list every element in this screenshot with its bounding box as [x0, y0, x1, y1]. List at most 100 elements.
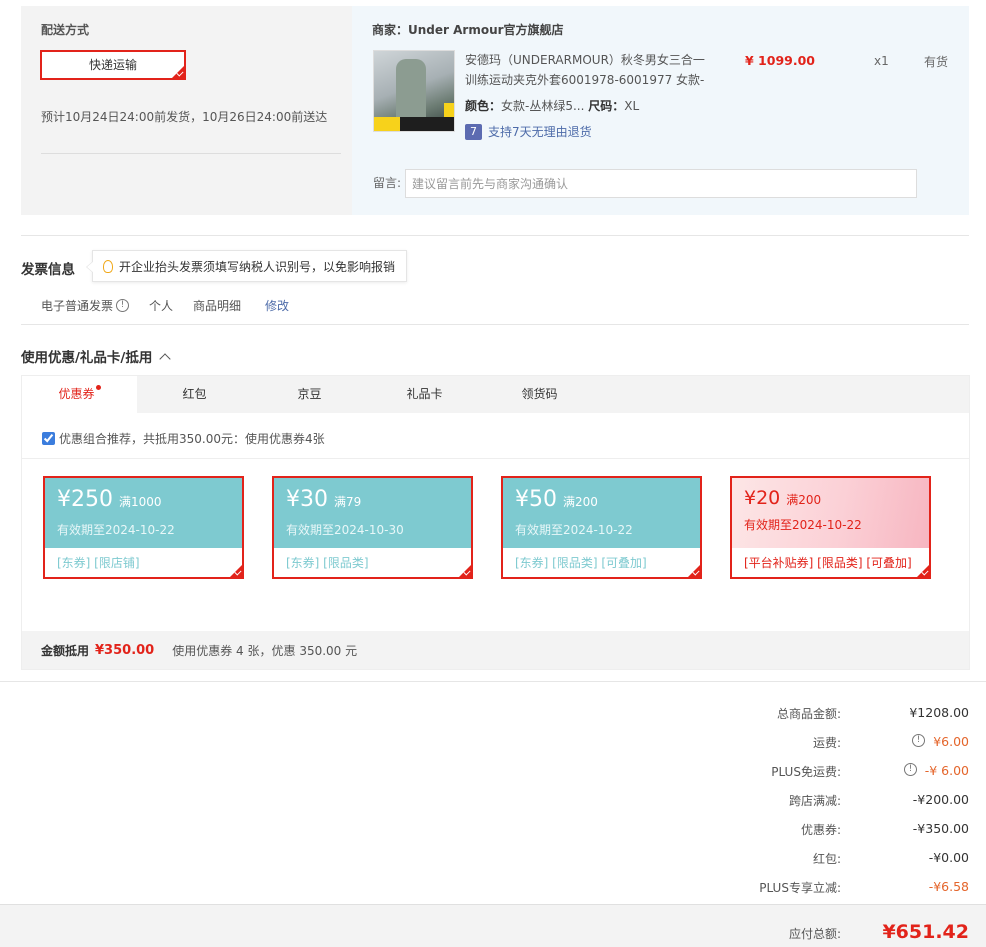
summary-label: 运费: — [812, 736, 841, 750]
invoice-tooltip: 开企业抬头发票须填写纳税人识别号，以免影响报销 — [86, 250, 407, 282]
size-value: XL — [624, 99, 640, 113]
summary-row: 跨店满减: -¥200.00 — [569, 792, 969, 821]
coupon-amount: ¥250 满1000 — [57, 487, 162, 512]
coupon-expiry: 有效期至2024-10-30 — [286, 523, 404, 537]
divider — [41, 153, 341, 154]
summary-row: 运费: ! ¥6.00 — [569, 734, 969, 763]
tab-jd-beans[interactable]: 京豆 — [252, 376, 367, 413]
info-icon[interactable]: ! — [904, 763, 917, 776]
coupon-tags: [东券] [限品类] [可叠加] — [515, 556, 647, 570]
shipping-method-label: 快递运输 — [88, 58, 137, 72]
product-image[interactable] — [373, 50, 455, 132]
summary-row: 总商品金额: ¥1208.00 — [569, 705, 969, 734]
shipping-title: 配送方式 — [41, 23, 90, 37]
summary-label: 红包: — [812, 852, 841, 866]
combo-recommend-checkbox-row[interactable]: 优惠组合推荐，共抵用350.00元：使用优惠券4张 — [42, 430, 325, 447]
return-policy-text: 支持7天无理由退货 — [488, 125, 592, 139]
info-icon[interactable]: ! — [912, 734, 925, 747]
note-input[interactable] — [405, 169, 917, 198]
summary-label: 总商品金额: — [776, 707, 841, 721]
coupon-tags: [平台补贴券] [限品类] [可叠加] — [744, 556, 912, 570]
invoice-edit-link[interactable]: 修改 — [265, 297, 289, 314]
size-label: 尺码： — [588, 99, 625, 113]
coupon-summary-bar: 金额抵用 ¥350.00 使用优惠券 4 张，优惠 350.00 元 — [22, 631, 969, 669]
coupon-expiry: 有效期至2024-10-22 — [515, 523, 633, 537]
tab-gift-card[interactable]: 礼品卡 — [367, 376, 482, 413]
tab-label: 礼品卡 — [406, 387, 443, 401]
coupon-card-platform[interactable]: ¥20 满200 有效期至2024-10-22 [平台补贴券] [限品类] [可叠… — [730, 476, 931, 579]
coupon-tags: [东券] [限店铺] — [57, 556, 140, 570]
product-name-link[interactable]: 安德玛（UNDERARMOUR）秋冬男女三合一训练运动夹克外套6001978-6… — [465, 50, 705, 90]
divider — [21, 324, 969, 325]
deduction-value: ¥350.00 — [95, 642, 155, 658]
shipping-section: 配送方式 快递运输 预计10月24日24:00前发货，10月26日24:00前送… — [21, 6, 969, 215]
summary-label: PLUS专享立减: — [759, 881, 841, 895]
order-summary: 总商品金额: ¥1208.00 运费: ! ¥6.00 PLUS免运费: ! -… — [569, 705, 969, 906]
color-label: 颜色： — [465, 99, 502, 113]
coupon-tabs: 优惠券 红包 京豆 礼品卡 领货码 — [22, 376, 969, 413]
total-payable-bar: 应付总额: ¥651.42 — [0, 904, 986, 947]
tab-label: 优惠券 — [58, 387, 95, 401]
divider — [22, 458, 969, 459]
shipping-method-option[interactable]: 快递运输 — [40, 50, 186, 80]
total-payable-label: 应付总额: — [788, 927, 841, 941]
coupon-panel: 优惠券 红包 京豆 礼品卡 领货码 优惠组合推荐，共抵用350.00元：使用优惠… — [21, 375, 970, 670]
notification-dot-icon — [95, 385, 101, 390]
invoice-details: 电子普通发票 ! 个人 商品明细 修改 — [41, 297, 289, 314]
lightbulb-icon — [103, 259, 113, 273]
summary-value: -¥0.00 — [928, 850, 969, 865]
summary-label: 优惠券: — [800, 823, 841, 837]
coupon-tags: [东券] [限品类] — [286, 556, 369, 570]
selected-check-icon — [458, 564, 471, 577]
tab-redeem-code[interactable]: 领货码 — [482, 376, 597, 413]
summary-value: -¥ 6.00 — [924, 763, 969, 778]
coupon-expiry: 有效期至2024-10-22 — [57, 523, 175, 537]
selected-check-icon — [916, 564, 929, 577]
summary-label: PLUS免运费: — [771, 765, 841, 779]
coupon-condition: 满1000 — [119, 495, 162, 509]
seven-day-return-icon: 7 — [465, 123, 482, 140]
deduction-description: 使用优惠券 4 张，优惠 350.00 元 — [172, 643, 358, 658]
tab-red-packet[interactable]: 红包 — [137, 376, 252, 413]
tab-label: 京豆 — [297, 387, 322, 401]
total-payable-value: ¥651.42 — [882, 921, 969, 943]
tab-label: 红包 — [182, 387, 207, 401]
tab-label: 领货码 — [521, 387, 558, 401]
coupon-condition: 满79 — [334, 495, 362, 509]
summary-value: -¥6.58 — [928, 879, 969, 894]
invoice-tip-text: 开企业抬头发票须填写纳税人识别号，以免影响报销 — [119, 259, 396, 274]
summary-value: ¥1208.00 — [909, 705, 969, 720]
summary-value: -¥200.00 — [912, 792, 969, 807]
color-value: 女款-丛林绿5... — [501, 99, 585, 113]
coupon-card[interactable]: ¥30 满79 有效期至2024-10-30 [东券] [限品类] — [272, 476, 473, 579]
divider — [21, 235, 969, 236]
selected-check-icon — [687, 564, 700, 577]
selected-check-icon — [171, 65, 184, 78]
coupon-card[interactable]: ¥250 满1000 有效期至2024-10-22 [东券] [限店铺] — [43, 476, 244, 579]
info-icon[interactable]: ! — [116, 299, 130, 312]
coupon-amount: ¥50 满200 — [515, 487, 598, 512]
return-policy-link[interactable]: 7 支持7天无理由退货 — [465, 123, 592, 140]
coupon-expiry: 有效期至2024-10-22 — [744, 518, 862, 532]
tab-coupons[interactable]: 优惠券 — [22, 376, 137, 413]
product-quantity: x1 — [874, 54, 889, 68]
coupon-section-toggle[interactable]: 使用优惠/礼品卡/抵用 — [21, 346, 172, 366]
invoice-content-type: 商品明细 — [193, 299, 242, 313]
selected-check-icon — [229, 564, 242, 577]
invoice-title: 发票信息 — [21, 262, 75, 278]
summary-row: PLUS免运费: ! -¥ 6.00 — [569, 763, 969, 792]
summary-row: 优惠券: -¥350.00 — [569, 821, 969, 850]
combo-recommend-checkbox[interactable] — [42, 432, 55, 445]
summary-row: PLUS专享立减: -¥6.58 — [569, 879, 969, 906]
invoice-header-type: 个人 — [149, 299, 174, 313]
delivery-estimate: 预计10月24日24:00前发货，10月26日24:00前送达 — [41, 110, 328, 124]
coupon-amount: ¥30 满79 — [286, 487, 362, 512]
coupon-card[interactable]: ¥50 满200 有效期至2024-10-22 [东券] [限品类] [可叠加] — [501, 476, 702, 579]
summary-value: -¥350.00 — [912, 821, 969, 836]
coupon-condition: 满200 — [563, 495, 598, 509]
summary-value: ¥6.00 — [933, 734, 969, 749]
shipping-method-panel: 配送方式 快递运输 预计10月24日24:00前发货，10月26日24:00前送… — [21, 6, 352, 215]
chevron-up-icon — [159, 352, 172, 365]
summary-row: 红包: -¥0.00 — [569, 850, 969, 879]
product-attributes: 颜色：女款-丛林绿5... 尺码：XL — [465, 97, 639, 114]
